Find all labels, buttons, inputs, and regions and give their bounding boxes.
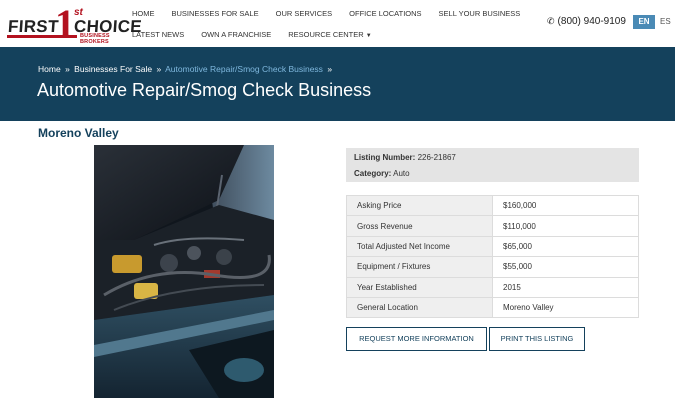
print-listing-button[interactable]: PRINT THIS LISTING (489, 327, 585, 351)
nav-row-secondary: LATEST NEWS OWN A FRANCHISE RESOURCE CEN… (132, 29, 502, 46)
breadcrumb-separator: » (327, 64, 333, 74)
main-nav: HOME BUSINESSES FOR SALE OUR SERVICES OF… (132, 8, 520, 50)
breadcrumb-separator: » (65, 64, 70, 74)
detail-value: 2015 (492, 276, 639, 298)
nav-our-services[interactable]: OUR SERVICES (276, 8, 333, 25)
nav-businesses-for-sale[interactable]: BUSINESSES FOR SALE (172, 8, 259, 25)
nav-sell-your-business[interactable]: SELL YOUR BUSINESS (439, 8, 521, 25)
engine-bay-image (94, 145, 274, 398)
listing-number-label: Listing Number: (354, 153, 416, 162)
detail-label: Asking Price (346, 194, 493, 217)
breadcrumb-businesses[interactable]: Businesses For Sale (74, 64, 152, 74)
breadcrumb: Home » Businesses For Sale » Automotive … (38, 64, 334, 74)
breadcrumb-home[interactable]: Home (38, 64, 61, 74)
category-value: Auto (393, 169, 410, 178)
site-logo[interactable]: FIRST 1 st CHOICE BUSINESS BROKERS (7, 4, 143, 45)
listing-info-box: Listing Number: 226-21867 Category: Auto (346, 148, 639, 182)
phone-link[interactable]: ✆ (800) 940-9109 (547, 16, 626, 27)
nav-own-a-franchise[interactable]: OWN A FRANCHISE (201, 29, 271, 46)
nav-row-primary: HOME BUSINESSES FOR SALE OUR SERVICES OF… (132, 8, 520, 25)
language-en-button[interactable]: EN (633, 15, 655, 29)
page-banner: Home » Businesses For Sale » Automotive … (0, 47, 675, 121)
breadcrumb-separator: » (156, 64, 162, 74)
logo-number: 1 (55, 1, 75, 46)
listing-location-title: Moreno Valley (38, 126, 119, 140)
category-line: Category: Auto (354, 168, 631, 184)
phone-icon: ✆ (547, 16, 555, 26)
logo-word-first: FIRST (7, 17, 60, 36)
detail-label: Total Adjusted Net Income (346, 235, 493, 258)
nav-office-locations[interactable]: OFFICE LOCATIONS (349, 8, 421, 25)
nav-home[interactable]: HOME (132, 8, 155, 25)
logo-tagline: BUSINESS BROKERS (80, 33, 110, 45)
listing-photo (94, 145, 274, 398)
table-row: Asking Price $160,000 (346, 194, 639, 217)
detail-label: General Location (346, 296, 493, 319)
table-row: Equipment / Fixtures $55,000 (346, 256, 639, 278)
nav-resource-center-label: RESOURCE CENTER (288, 30, 364, 39)
site-header: FIRST 1 st CHOICE BUSINESS BROKERS HOME … (0, 0, 675, 47)
nav-latest-news[interactable]: LATEST NEWS (132, 29, 184, 46)
detail-value: Moreno Valley (492, 296, 639, 319)
language-es-button[interactable]: ES (660, 15, 671, 29)
detail-label: Gross Revenue (346, 215, 493, 237)
request-more-information-button[interactable]: REQUEST MORE INFORMATION (346, 327, 487, 351)
nav-resource-center[interactable]: RESOURCE CENTER ▼ (288, 29, 371, 46)
caret-down-icon: ▼ (365, 33, 372, 39)
page-title: Automotive Repair/Smog Check Business (37, 80, 372, 100)
detail-label: Equipment / Fixtures (346, 256, 493, 278)
detail-value: $65,000 (492, 235, 639, 258)
detail-value: $160,000 (492, 194, 639, 217)
detail-value: $110,000 (492, 215, 639, 237)
detail-value: $55,000 (492, 256, 639, 278)
table-row: General Location Moreno Valley (346, 296, 639, 319)
table-row: Gross Revenue $110,000 (346, 215, 639, 237)
table-row: Total Adjusted Net Income $65,000 (346, 235, 639, 258)
table-row: Year Established 2015 (346, 276, 639, 298)
category-label: Category: (354, 169, 392, 178)
breadcrumb-current[interactable]: Automotive Repair/Smog Check Business (165, 64, 323, 74)
listing-number-value: 226-21867 (417, 153, 456, 162)
listing-number-line: Listing Number: 226-21867 (354, 152, 631, 168)
listing-details-table: Asking Price $160,000 Gross Revenue $110… (346, 194, 639, 319)
phone-number: (800) 940-9109 (557, 16, 626, 27)
detail-label: Year Established (346, 276, 493, 298)
